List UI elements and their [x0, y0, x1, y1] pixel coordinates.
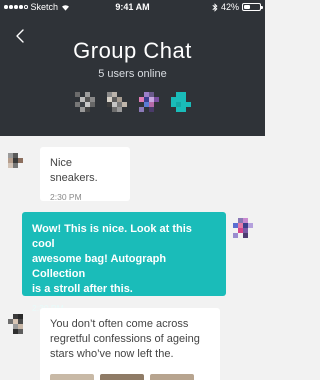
message-bubble: You don’t often come across regretful co…	[40, 308, 220, 380]
online-users	[0, 92, 265, 112]
battery-percent: 42%	[220, 2, 239, 12]
user-avatar[interactable]	[170, 92, 191, 112]
sender-avatar[interactable]	[8, 153, 28, 173]
message-list[interactable]: Nice sneakers. 2:30 PM Wow! This is nice…	[0, 136, 265, 380]
sender-avatar[interactable]	[233, 218, 253, 238]
status-bar: Sketch 9:41 AM 42%	[0, 0, 265, 14]
message-text: awesome bag! Autograph Collection	[32, 253, 167, 280]
sender-avatar[interactable]	[8, 314, 28, 334]
message-text: regretful confessions of ageing	[50, 333, 200, 345]
attachment-thumbnail[interactable]	[50, 374, 94, 380]
page-title: Group Chat	[73, 38, 192, 63]
user-avatar[interactable]	[106, 92, 127, 112]
message-text: Nice sneakers.	[50, 157, 98, 184]
message-time: 2:30 PM	[50, 192, 82, 202]
message-bubble: Nice sneakers. 2:30 PM	[40, 147, 130, 202]
attachment-thumbnail[interactable]	[100, 374, 144, 380]
system-indicators: 42%	[212, 2, 263, 12]
message-text: You don’t often come across	[50, 318, 189, 330]
message-text: Wow! This is nice. Look at this cool	[32, 223, 192, 250]
message-bubble: Wow! This is nice. Look at this cool awe…	[22, 212, 226, 313]
online-count: 5 users online	[98, 68, 167, 80]
user-avatar[interactable]	[138, 92, 159, 112]
message-text: is a stroll after this.	[32, 283, 133, 295]
message-text: stars who’ve now left the.	[50, 348, 174, 360]
user-avatar[interactable]	[74, 92, 95, 112]
attachment-previews	[50, 374, 194, 380]
chat-header: Sketch 9:41 AM 42% Group Chat 5 users on…	[0, 0, 265, 136]
battery-icon	[242, 3, 263, 11]
attachment-thumbnail[interactable]	[150, 374, 194, 380]
bluetooth-icon	[212, 2, 218, 12]
